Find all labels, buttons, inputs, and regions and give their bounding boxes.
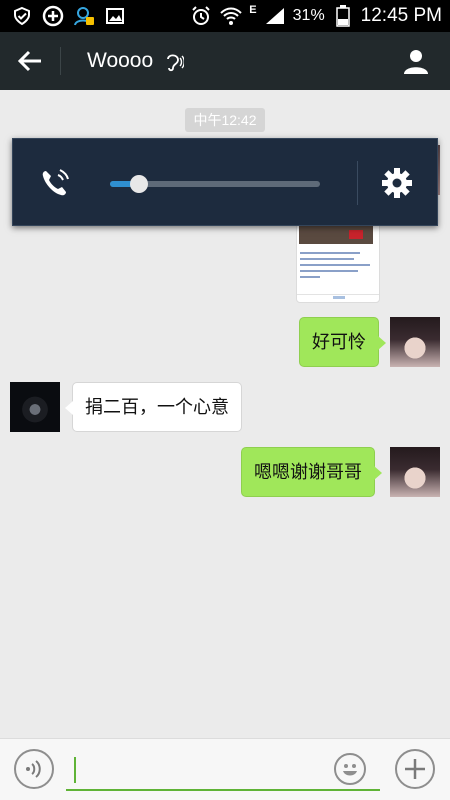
battery-icon [331,4,355,28]
arrow-left-icon [17,50,41,72]
incoming-message[interactable]: 捐二百，一个心意 [65,382,242,432]
volume-slider-knob[interactable] [130,175,149,193]
gear-icon [382,168,412,198]
contact-avatar[interactable] [10,382,60,432]
voice-icon [26,760,41,778]
text-cursor [74,757,76,783]
gallery-icon [103,4,127,28]
status-time: 12:45 PM [360,5,442,26]
status-notification-icons [10,4,127,28]
volume-overlay [12,138,438,226]
plus-icon [405,759,425,779]
battery-percent: 31% [292,7,325,24]
image-thumbnail-logo [349,230,363,239]
signal-icon [263,4,287,28]
volume-overlay-divider [357,161,358,205]
volume-settings-button[interactable] [380,166,414,200]
message-input-bar [0,738,450,800]
chat-header: Woooo [0,32,450,90]
message-text-input[interactable] [66,749,380,789]
message-timestamp: 中午12:42 [185,108,265,132]
smiley-icon [343,764,357,776]
notification-person-icon [72,4,96,28]
voice-input-button[interactable] [14,749,54,789]
shield-icon [10,4,34,28]
input-underline [66,789,380,791]
status-bar: E 31% 12:45 PM [0,0,450,32]
outgoing-message[interactable]: 好可怜 [299,317,386,367]
network-type-label: E [249,4,257,16]
plus-circle-icon [41,4,65,28]
in-call-volume-icon [42,169,69,196]
emoji-button[interactable] [334,753,366,785]
wifi-icon [219,4,243,28]
earpiece-icon [167,54,184,72]
more-options-button[interactable] [395,749,435,789]
alarm-icon [189,4,213,28]
chat-title: Woooo [87,49,154,72]
status-system-icons: E 31% 12:45 PM [189,4,442,28]
header-divider [60,47,61,75]
my-avatar[interactable] [390,317,440,367]
outgoing-message[interactable]: 嗯嗯谢谢哥哥 [241,447,382,497]
volume-slider[interactable] [110,175,320,193]
contact-profile-button[interactable] [400,44,432,78]
my-avatar[interactable] [390,447,440,497]
back-button[interactable] [12,45,48,77]
person-icon [404,50,428,74]
image-thumbnail-footer [297,294,379,302]
